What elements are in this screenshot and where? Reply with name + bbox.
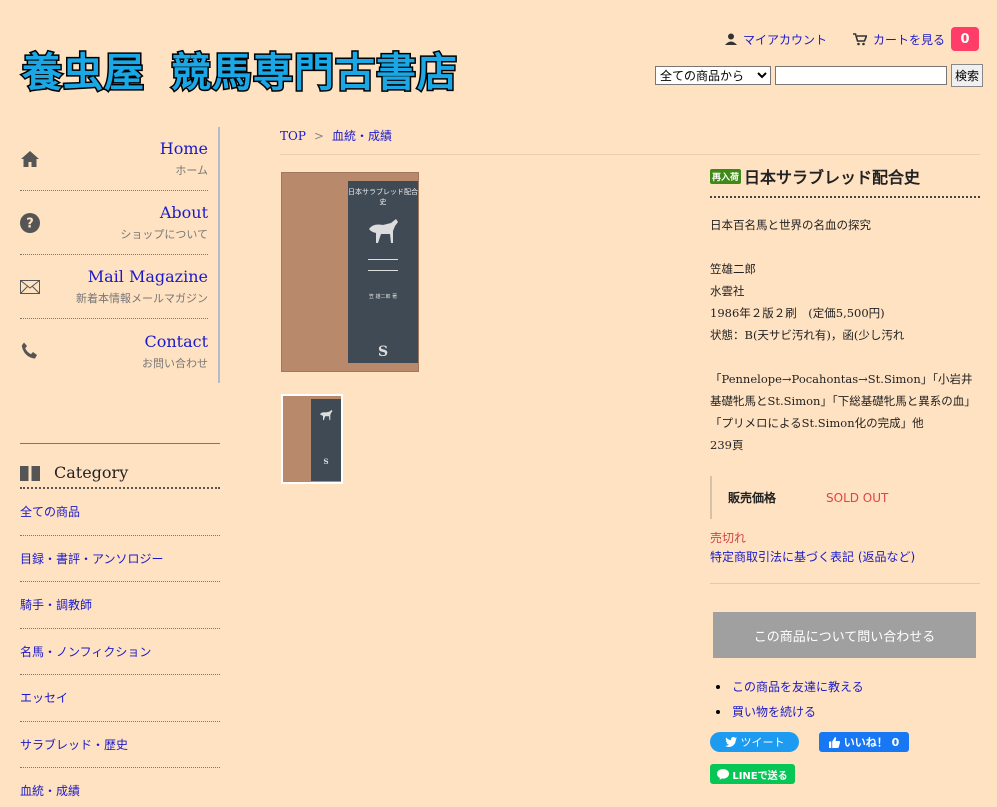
category-item-thoroughbred[interactable]: サラブレッド・歴史: [20, 722, 220, 768]
thumbs-up-icon: [828, 736, 840, 748]
sold-out-text: 売切れ: [710, 531, 747, 545]
breadcrumb: TOP > 血統・成績: [280, 127, 980, 155]
line-icon: [717, 768, 730, 780]
product-edition: 1986年２版２刷 (定価5,500円): [710, 306, 885, 320]
cart-icon: [852, 32, 867, 45]
search-button[interactable]: 検索: [951, 64, 984, 87]
share-buttons: ツイート いいね！ 0: [710, 732, 980, 752]
tweet-button[interactable]: ツイート: [710, 732, 799, 752]
search-input[interactable]: [775, 66, 947, 85]
horse-icon: [320, 409, 333, 421]
like-label: いいね！ 0: [843, 736, 900, 749]
breadcrumb-current-link[interactable]: 血統・成績: [332, 129, 392, 143]
home-icon: [20, 149, 40, 169]
thumbnail-publisher-mark: S: [323, 457, 329, 466]
list-item: 買い物を続ける: [710, 703, 980, 720]
product-links: この商品を友達に教える 買い物を続ける: [710, 678, 980, 720]
my-account-link[interactable]: マイアカウント: [724, 31, 827, 48]
breadcrumb-top-link[interactable]: TOP: [280, 129, 306, 143]
sidebar-item-contact[interactable]: Contact お問い合わせ: [20, 319, 208, 383]
product-author: 笠雄二郎: [710, 262, 756, 276]
thumbnail-cover: S: [311, 399, 341, 481]
header-links: マイアカウント カートを見る 0: [724, 27, 979, 51]
book-cover: 日本サラブレッド配合史 笠 雄二郎 著 S: [348, 181, 418, 363]
product-main-image[interactable]: 日本サラブレッド配合史 笠 雄二郎 著 S: [281, 172, 419, 372]
horse-icon: [369, 219, 398, 243]
cover-title: 日本サラブレッド配合史: [348, 188, 418, 206]
nav-about-en: About: [159, 203, 208, 222]
phone-icon: [20, 341, 40, 361]
mail-icon: [20, 277, 40, 297]
product-thumbnail[interactable]: S: [281, 394, 343, 484]
product-condition: 状態：B(天サビ汚れ有)，函(少し汚れ: [710, 328, 905, 342]
category-section: Category 全ての商品 目録・書評・アンソロジー 騎手・調教師 名馬・ノン…: [20, 443, 220, 807]
price-label: 販売価格: [728, 491, 777, 505]
nav-contact-en: Contact: [144, 331, 208, 351]
inquiry-button[interactable]: この商品について問い合わせる: [713, 612, 976, 658]
tweet-label: ツイート: [740, 736, 785, 749]
product-pages: 239頁: [710, 438, 744, 452]
product-detail: 再入荷 日本サラブレッド配合史 日本百名馬と世界の名血の探究 笠雄二郎 水雲社 …: [710, 164, 980, 784]
sidebar-item-home[interactable]: Home ホーム: [20, 127, 208, 191]
list-item: この商品を友達に教える: [710, 678, 980, 695]
restock-badge: 再入荷: [710, 168, 742, 184]
book-icon: [20, 465, 40, 481]
user-icon: [724, 33, 737, 45]
shop-logo[interactable]: 養虫屋 競馬専門古書店: [21, 38, 459, 100]
category-item-jockey[interactable]: 騎手・調教師: [20, 582, 220, 629]
product-title: 日本サラブレッド配合史: [744, 168, 921, 187]
nav-contact-ja: お問い合わせ: [142, 356, 208, 370]
line-share-button[interactable]: LINEで送る: [710, 764, 795, 784]
cover-author: 笠 雄二郎 著: [368, 294, 398, 300]
twitter-bird-icon: [724, 737, 737, 747]
svg-text:?: ?: [26, 216, 34, 231]
product-title-row: 再入荷 日本サラブレッド配合史: [710, 164, 980, 198]
nav-home-ja: ホーム: [175, 164, 208, 177]
view-cart-link[interactable]: カートを見る: [852, 31, 945, 48]
category-item-pedigree[interactable]: 血統・成績: [20, 768, 220, 807]
legal-notice-link[interactable]: 特定商取引法に基づく表記 (返品など): [710, 548, 980, 584]
product-publisher: 水雲社: [710, 284, 745, 298]
category-item-essay[interactable]: エッセイ: [20, 675, 220, 722]
search-scope-select[interactable]: 全ての商品から: [655, 66, 771, 85]
product-description: 日本百名馬と世界の名血の探究 笠雄二郎 水雲社 1986年２版２刷 (定価5,5…: [710, 214, 980, 456]
nav-mail-ja: 新着本情報メールマガジン: [76, 292, 208, 305]
search-form: 全ての商品から 検索: [655, 64, 984, 87]
price-box: 販売価格 SOLD OUT: [710, 476, 980, 519]
breadcrumb-separator: >: [313, 129, 324, 143]
logo-text-shop: 養虫屋: [21, 49, 146, 98]
sidebar-item-mail-magazine[interactable]: Mail Magazine 新着本情報メールマガジン: [20, 255, 208, 319]
nav-home-en: Home: [159, 139, 208, 158]
line-share-label: LINEで送る: [732, 770, 788, 782]
logo-text-subtitle: 競馬専門古書店: [170, 49, 459, 98]
product-subtitle: 日本百名馬と世界の名血の探究: [710, 218, 871, 232]
my-account-label: マイアカウント: [742, 32, 827, 47]
nav-mail-en: Mail Magazine: [87, 267, 208, 286]
category-item-famous-horses[interactable]: 名馬・ノンフィクション: [20, 629, 220, 675]
category-item-all[interactable]: 全ての商品: [20, 489, 220, 536]
cover-publisher-mark: S: [377, 344, 389, 360]
continue-shopping-link[interactable]: 買い物を続ける: [732, 703, 816, 720]
cart-count-badge[interactable]: 0: [951, 27, 979, 51]
nav-about-ja: ショップについて: [120, 228, 208, 241]
category-heading: Category: [20, 443, 220, 489]
price-value: SOLD OUT: [826, 490, 889, 505]
question-icon: ?: [20, 212, 40, 233]
sidebar-nav: Home ホーム ? About ショップについて Mail Magazine 新着本…: [20, 127, 220, 383]
category-heading-label: Category: [54, 463, 129, 482]
product-contents: 「Pennelope→Pocahontas→St.Simon」「小岩井基礎牝馬と…: [710, 372, 976, 430]
category-list: 全ての商品 目録・書評・アンソロジー 騎手・調教師 名馬・ノンフィクション エッ…: [20, 489, 220, 807]
view-cart-label: カートを見る: [872, 32, 945, 47]
facebook-like-button[interactable]: いいね！ 0: [819, 732, 909, 752]
sidebar-item-about[interactable]: ? About ショップについて: [20, 191, 208, 255]
tell-friend-link[interactable]: この商品を友達に教える: [732, 678, 864, 695]
category-item-catalog[interactable]: 目録・書評・アンソロジー: [20, 536, 220, 582]
